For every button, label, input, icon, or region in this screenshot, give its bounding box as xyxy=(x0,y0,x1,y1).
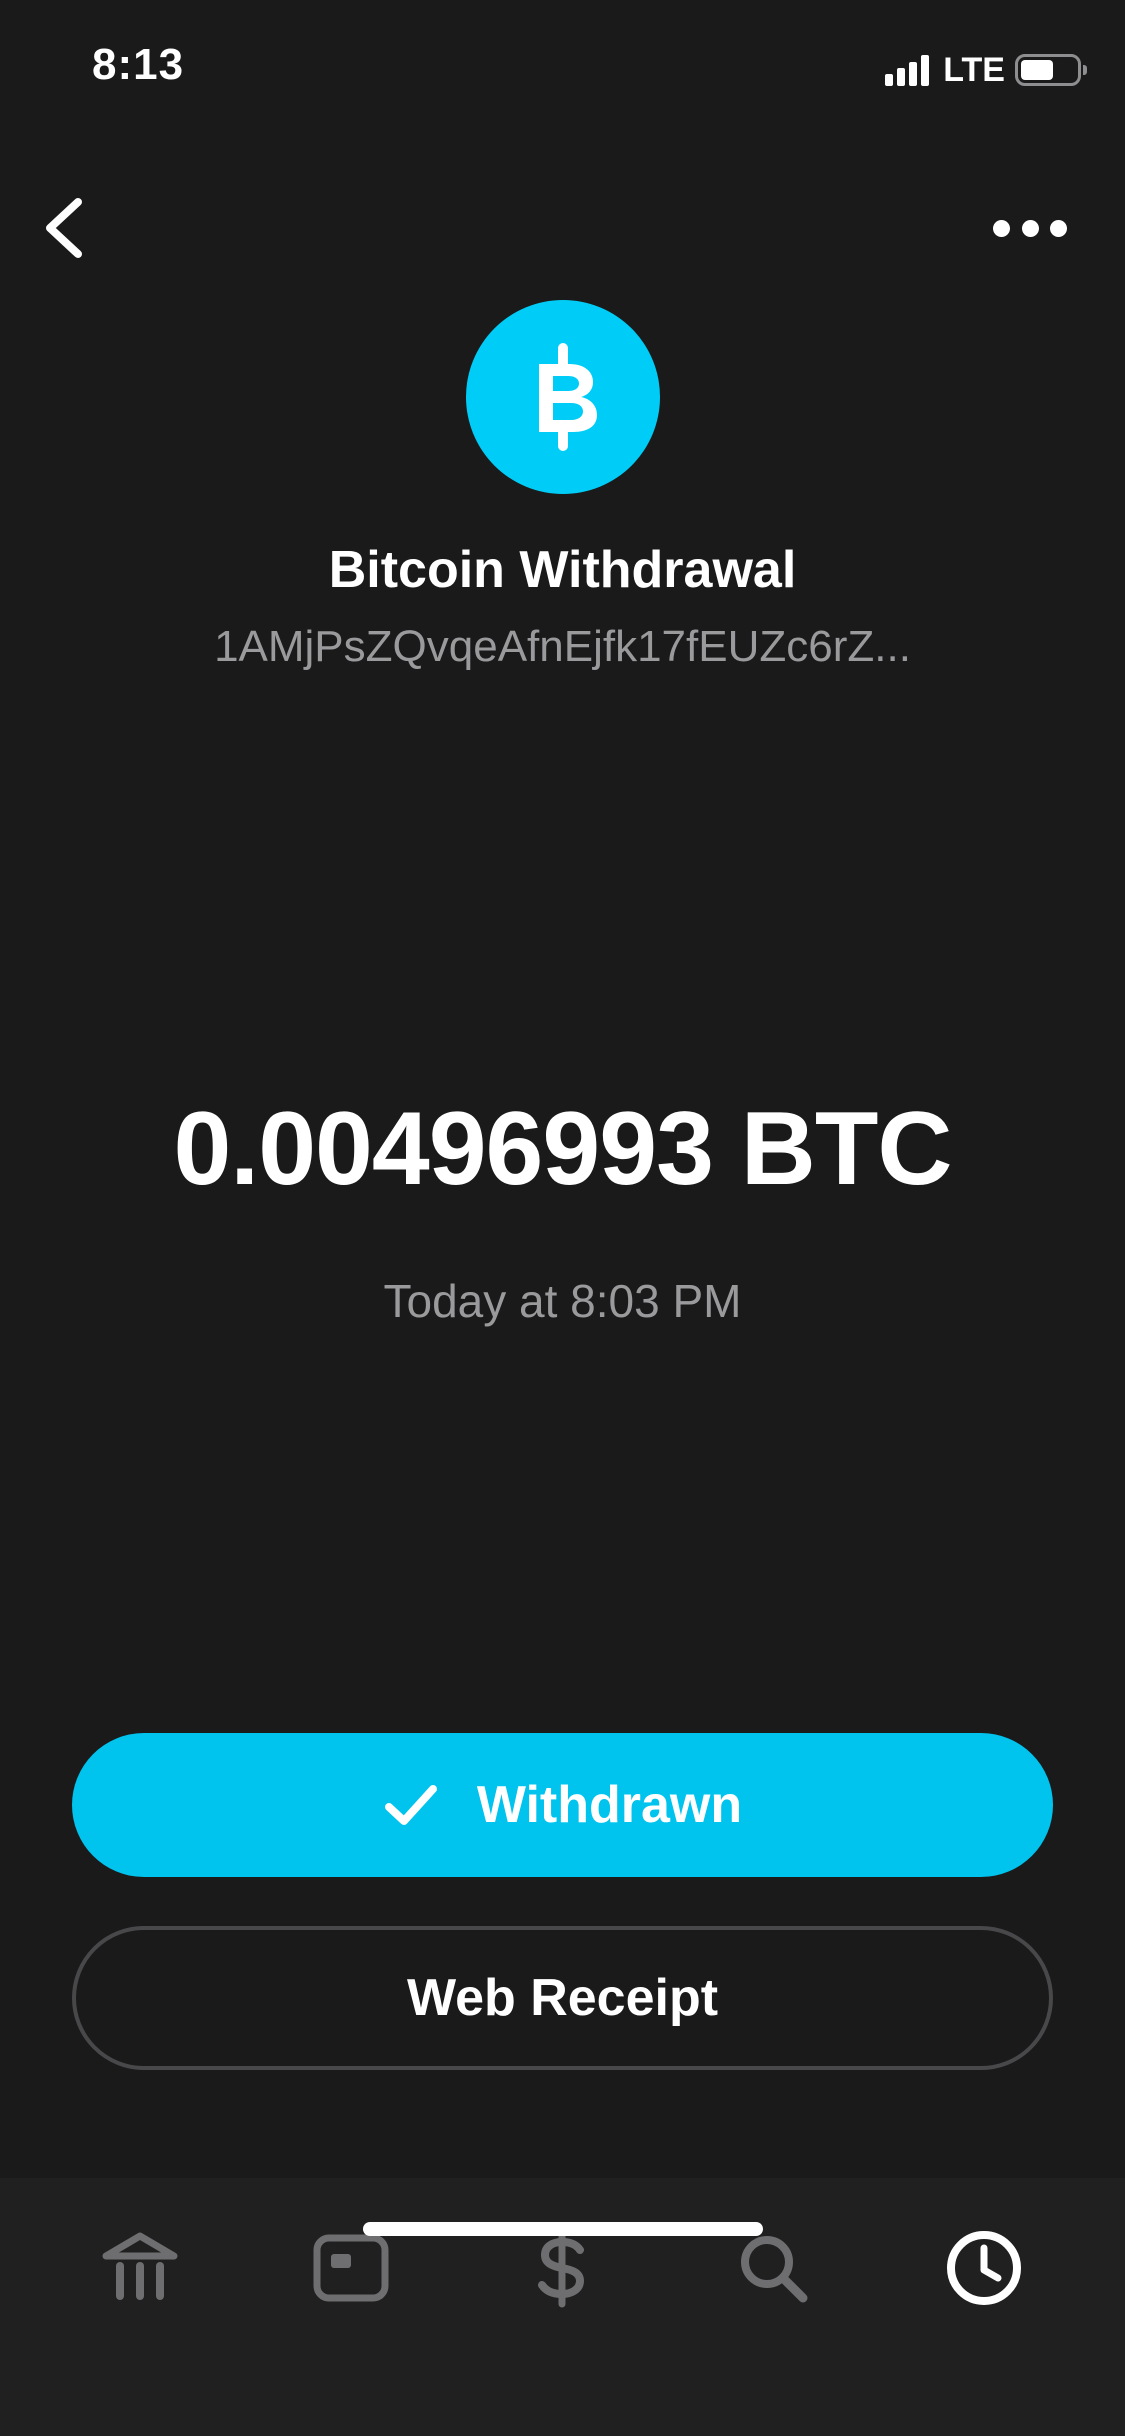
tab-activity[interactable] xyxy=(934,2218,1034,2318)
search-icon xyxy=(741,2236,808,2303)
tab-banking[interactable] xyxy=(90,2218,190,2318)
card-icon xyxy=(313,2234,389,2302)
web-receipt-label: Web Receipt xyxy=(406,1969,719,2027)
checkmark-icon xyxy=(384,1785,437,1825)
bitcoin-icon xyxy=(539,343,597,451)
status-bar: 8:13 LTE xyxy=(0,0,1125,140)
transaction-amount: 0.00496993 BTC xyxy=(173,1091,952,1207)
bitcoin-avatar xyxy=(466,300,660,494)
status-time: 8:13 xyxy=(92,40,185,89)
more-dot xyxy=(1050,219,1067,237)
bank-icon xyxy=(102,2232,178,2300)
status-indicators: LTE xyxy=(885,50,1087,90)
signal-icon xyxy=(885,54,933,86)
home-indicator[interactable] xyxy=(363,2222,763,2236)
withdrawn-status-button[interactable]: Withdrawn xyxy=(72,1733,1053,1877)
transaction-title: Bitcoin Withdrawal xyxy=(328,541,797,599)
wallet-address: 1AMjPsZQvqeAfnEjfk17fEUZc6rZ... xyxy=(214,622,911,671)
chevron-left-icon xyxy=(46,198,82,258)
back-button[interactable] xyxy=(38,192,94,264)
network-label: LTE xyxy=(943,50,1005,89)
transaction-timestamp: Today at 8:03 PM xyxy=(383,1275,742,1327)
tab-bar xyxy=(0,2178,1125,2436)
battery-icon xyxy=(1015,54,1087,86)
withdrawn-label: Withdrawn xyxy=(476,1776,743,1834)
more-dot xyxy=(993,219,1010,237)
more-button[interactable] xyxy=(993,208,1067,248)
clock-icon xyxy=(947,2231,1021,2305)
dollar-icon xyxy=(538,2228,585,2308)
web-receipt-button[interactable]: Web Receipt xyxy=(72,1926,1053,2070)
more-dot xyxy=(1021,219,1039,237)
